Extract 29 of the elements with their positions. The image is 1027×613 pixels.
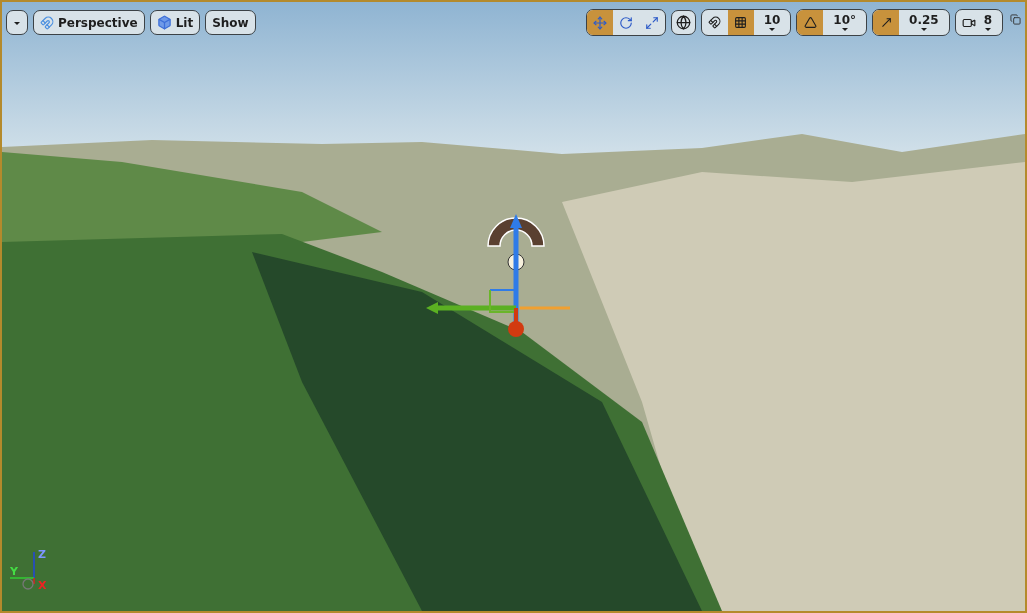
cube-icon: [156, 15, 172, 30]
perspective-button[interactable]: Perspective: [33, 10, 145, 35]
grid-snap-control[interactable]: 10: [700, 9, 792, 36]
rotation-snap-toggle[interactable]: [797, 10, 824, 35]
rotation-snap-control[interactable]: 10°: [796, 9, 868, 36]
scale-icon: [644, 15, 659, 30]
translate-tool-button[interactable]: [586, 10, 613, 35]
rotation-snap-value[interactable]: 10°: [823, 10, 867, 35]
scale-snap-toggle[interactable]: [873, 10, 900, 35]
grid-snap-icon: [734, 16, 748, 29]
z-axis-label: Z: [38, 548, 46, 561]
x-axis-label: X: [38, 579, 47, 592]
rotate-icon: [618, 15, 633, 30]
lit-button[interactable]: Lit: [149, 10, 201, 35]
options-menu-button[interactable]: [6, 10, 28, 35]
y-axis-label: Y: [10, 565, 18, 578]
camera-speed-value[interactable]: 8: [981, 10, 1002, 35]
scale-snap-value[interactable]: 0.25: [899, 10, 949, 35]
translate-icon: [592, 15, 607, 30]
grid-snap-toggle[interactable]: [727, 10, 754, 35]
show-button[interactable]: Show: [205, 10, 256, 35]
maximize-icon[interactable]: [1010, 14, 1021, 25]
scale-snap-icon: [879, 16, 893, 29]
rotation-snap-icon: [803, 16, 817, 29]
scale-snap-control[interactable]: 0.25: [872, 9, 950, 36]
grid-snap-value[interactable]: 10: [753, 10, 791, 35]
magnet-icon: [708, 16, 722, 29]
globe-icon: [675, 15, 691, 30]
camera-speed-control[interactable]: 8: [954, 9, 1003, 36]
